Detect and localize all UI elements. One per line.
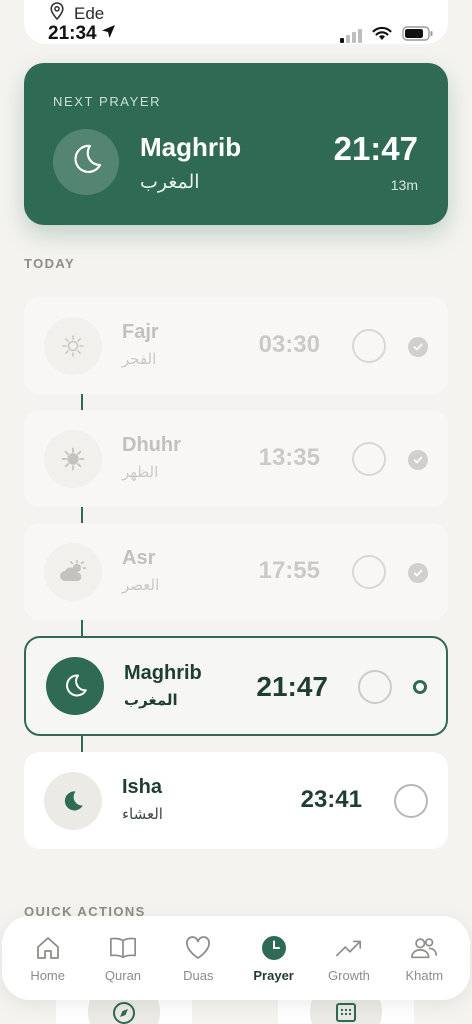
moon-filled-icon	[44, 772, 102, 830]
location-name: Ede	[74, 3, 105, 23]
prayer-time: 23:41	[300, 786, 362, 813]
nav-item-prayer[interactable]: Prayer	[237, 934, 311, 983]
prayer-name: Isha	[122, 776, 163, 798]
status-icons	[340, 26, 434, 46]
clock-icon	[260, 934, 288, 962]
cloud-sun-icon	[44, 543, 102, 601]
sun-dawn-icon	[44, 317, 102, 375]
today-heading: TODAY	[24, 256, 76, 271]
sun-icon	[44, 430, 102, 488]
next-prayer-name: Maghrib	[140, 132, 242, 162]
current-indicator-icon	[413, 680, 427, 694]
checkmark-icon	[408, 337, 428, 357]
status-bar: Ede 21:34	[24, 0, 448, 44]
home-icon	[34, 934, 62, 962]
next-prayer-label: NEXT PRAYER	[53, 94, 162, 109]
nav-label: Home	[30, 967, 65, 983]
nav-label: Prayer	[253, 967, 294, 983]
prayer-arabic: العصر	[122, 576, 160, 594]
nav-label: Khatm	[405, 967, 444, 983]
people-icon	[410, 934, 438, 962]
prayer-arabic: العشاء	[122, 805, 163, 823]
nav-label: Growth	[328, 967, 370, 983]
prayer-row-fajr[interactable]: Fajr الفجر 03:30	[24, 297, 448, 394]
timeline-connector	[81, 734, 83, 752]
prayer-row-dhuhr[interactable]: Dhuhr الظهر 13:35	[24, 410, 448, 507]
prayer-name: Asr	[122, 547, 156, 569]
prayer-arabic: الفجر	[122, 350, 157, 368]
wifi-icon	[372, 26, 392, 46]
status-time: 21:34	[48, 23, 97, 44]
nav-label: Quran	[104, 967, 142, 983]
mark-prayed-toggle[interactable]	[352, 442, 386, 476]
prayer-time: 03:30	[258, 331, 320, 358]
trend-up-icon	[335, 934, 363, 962]
nav-item-khatm[interactable]: Khatm	[387, 934, 461, 983]
prayer-row-isha[interactable]: Isha العشاء 23:41	[24, 752, 448, 849]
checkmark-icon	[408, 563, 428, 583]
battery-icon	[402, 26, 434, 46]
prayer-row-maghrib[interactable]: Maghrib المغرب 21:47	[24, 636, 448, 736]
nav-item-home[interactable]: Home	[11, 934, 85, 983]
location-pin-icon	[50, 2, 64, 25]
next-prayer-card[interactable]: NEXT PRAYER Maghrib المغرب 21:47 13m	[24, 63, 448, 225]
bottom-nav: Home Quran Duas Prayer Growth Khatm	[2, 916, 470, 1000]
prayer-time: 13:35	[258, 444, 320, 471]
nav-label: Duas	[183, 967, 214, 983]
status-location: Ede	[50, 2, 104, 25]
next-prayer-arabic: المغرب	[140, 171, 200, 193]
clock: 21:34	[48, 23, 116, 45]
prayer-row-asr[interactable]: Asr العصر 17:55	[24, 523, 448, 620]
next-prayer-countdown: 13m	[390, 177, 418, 193]
prayer-name: Dhuhr	[122, 434, 181, 456]
nav-item-quran[interactable]: Quran	[86, 934, 160, 983]
book-icon	[109, 934, 137, 962]
mark-prayed-toggle[interactable]	[352, 329, 386, 363]
next-prayer-time: 21:47	[333, 130, 418, 167]
prayer-name: Fajr	[122, 321, 159, 343]
prayer-name: Maghrib	[124, 662, 202, 684]
prayer-time: 17:55	[258, 557, 320, 584]
nav-item-growth[interactable]: Growth	[312, 934, 386, 983]
prayer-arabic: المغرب	[124, 691, 178, 709]
cellular-signal-icon	[340, 29, 362, 43]
mark-prayed-toggle[interactable]	[352, 555, 386, 589]
next-prayer-icon-circle	[53, 129, 119, 195]
moon-icon	[68, 142, 104, 183]
prayer-time: 21:47	[256, 671, 328, 702]
nav-item-duas[interactable]: Duas	[161, 934, 235, 983]
prayer-arabic: الظهر	[122, 463, 159, 481]
heart-icon	[184, 934, 212, 962]
location-arrow-icon	[101, 23, 116, 45]
checkmark-icon	[408, 450, 428, 470]
moon-icon	[46, 657, 104, 715]
mark-prayed-toggle[interactable]	[358, 670, 392, 704]
mark-prayed-toggle[interactable]	[394, 784, 428, 818]
